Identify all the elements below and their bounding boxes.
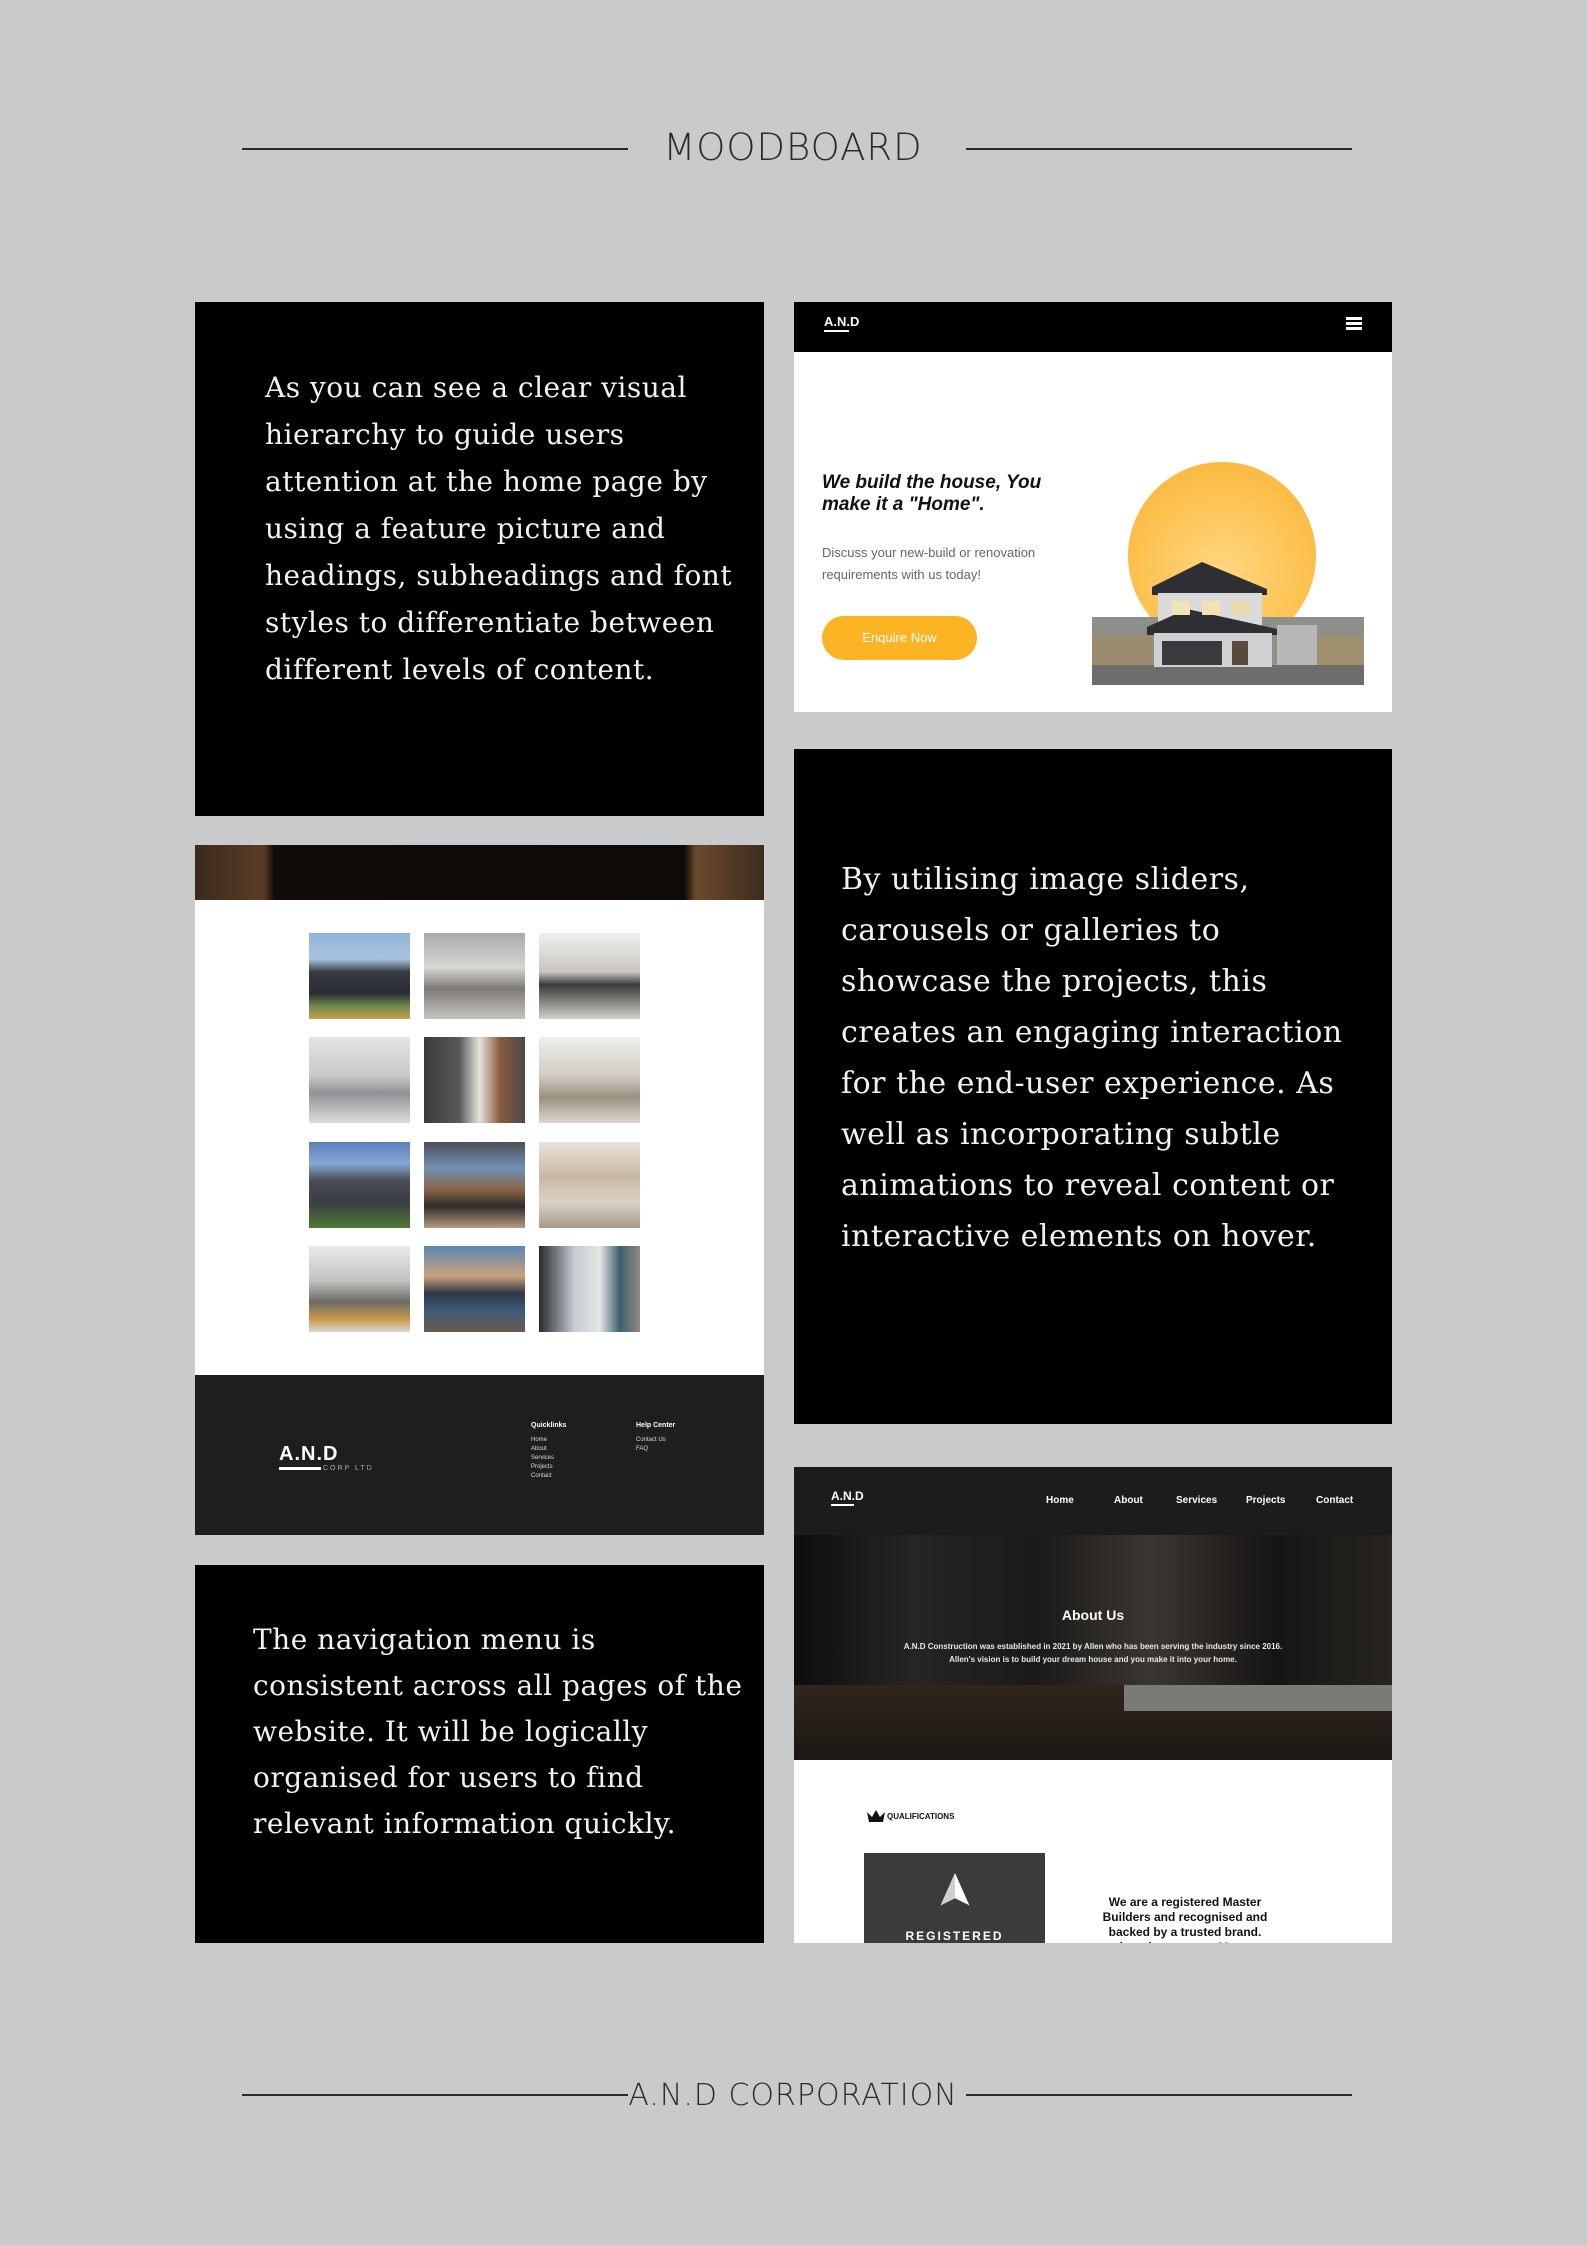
qualifications-label: QUALIFICATIONS xyxy=(887,1812,955,1821)
registered-badge: REGISTERED xyxy=(864,1853,1045,1943)
header-rule-left xyxy=(242,148,628,150)
footer-rule-left xyxy=(242,2094,628,2096)
hero-section: We build the house, You make it a "Home"… xyxy=(794,352,1392,712)
footer-link[interactable]: Contact Us xyxy=(636,1437,666,1443)
nav-link-home[interactable]: Home xyxy=(1046,1495,1074,1506)
gallery-header-image xyxy=(195,845,764,900)
registered-label: REGISTERED xyxy=(905,1929,1004,1943)
footer-link[interactable]: Projects xyxy=(531,1464,553,1470)
quicklinks-title: Quicklinks xyxy=(531,1422,567,1429)
about-description-line-2: Allen's vision is to build your dream ho… xyxy=(949,1655,1237,1664)
footer-link[interactable]: About xyxy=(531,1446,547,1452)
master-builders-logo-icon xyxy=(940,1873,970,1906)
note-card-navigation: The navigation menu is consistent across… xyxy=(195,1565,764,1943)
hero-logo[interactable]: A.N.D xyxy=(824,314,859,332)
hero-description: Discuss your new-build or renovation req… xyxy=(822,545,1036,582)
about-hero-image: About Us A.N.D Construction was establis… xyxy=(794,1535,1392,1760)
nav-link-about[interactable]: About xyxy=(1114,1495,1143,1506)
footer-link[interactable]: Contact xyxy=(531,1473,552,1479)
gallery-mockup: A.N.D CORP LTD Quicklinks Home About Ser… xyxy=(195,845,764,1535)
gallery-thumb[interactable] xyxy=(424,933,525,1019)
gallery-thumb[interactable] xyxy=(539,1142,640,1228)
hero-title: We build the house, You make it a "Home"… xyxy=(822,472,1042,515)
gallery-thumb[interactable] xyxy=(424,1037,525,1123)
crown-icon xyxy=(867,1810,885,1822)
about-logo[interactable]: A.N.D xyxy=(831,1489,864,1506)
footer-logo[interactable]: A.N.D xyxy=(279,1443,338,1466)
footer-logo-subtitle: CORP LTD xyxy=(323,1465,374,1472)
note-card-sliders: By utilising image sliders, carousels or… xyxy=(794,749,1392,1424)
about-description-line-1: A.N.D Construction was established in 20… xyxy=(903,1642,1283,1651)
header-rule-right xyxy=(966,148,1352,150)
note-card-hierarchy: As you can see a clear visual hierarchy … xyxy=(195,302,764,816)
footer-link[interactable]: Services xyxy=(531,1455,554,1461)
gallery-thumb[interactable] xyxy=(539,933,640,1019)
about-mockup: A.N.D Home About Services Projects Conta… xyxy=(794,1467,1392,1943)
gallery-thumb[interactable] xyxy=(309,1037,410,1123)
note-text-navigation: The navigation menu is consistent across… xyxy=(253,1623,743,1840)
gallery-thumb[interactable] xyxy=(309,933,410,1019)
page-title: MOODBOARD xyxy=(663,126,923,169)
note-text-hierarchy: As you can see a clear visual hierarchy … xyxy=(265,371,733,686)
gallery-thumb[interactable] xyxy=(539,1246,640,1332)
hero-topbar: A.N.D xyxy=(794,302,1392,352)
footer-logo-underline xyxy=(279,1467,321,1470)
footer-link[interactable]: Home xyxy=(531,1437,547,1443)
house-image xyxy=(1092,562,1364,685)
site-footer: A.N.D CORP LTD Quicklinks Home About Ser… xyxy=(195,1375,764,1535)
gallery-thumb[interactable] xyxy=(309,1246,410,1332)
nav-link-services[interactable]: Services xyxy=(1176,1495,1217,1506)
about-title: About Us xyxy=(1061,1607,1125,1623)
nav-link-projects[interactable]: Projects xyxy=(1246,1495,1285,1506)
footer-title: A.N.D CORPORATION xyxy=(628,2078,958,2113)
gallery-thumb[interactable] xyxy=(539,1037,640,1123)
nav-link-contact[interactable]: Contact xyxy=(1316,1495,1353,1506)
footer-link[interactable]: FAQ xyxy=(636,1446,648,1452)
enquire-now-button[interactable]: Enquire Now xyxy=(822,616,977,660)
help-center-title: Help Center xyxy=(636,1422,676,1429)
registered-description: We are a registered Master Builders and … xyxy=(1102,1895,1268,1943)
about-navbar: A.N.D Home About Services Projects Conta… xyxy=(794,1467,1392,1535)
hero-mockup: A.N.D We build the house, You make it a … xyxy=(794,302,1392,712)
gallery-section xyxy=(195,900,764,1375)
gallery-thumb[interactable] xyxy=(424,1246,525,1332)
gallery-thumb[interactable] xyxy=(424,1142,525,1228)
footer-rule-right xyxy=(966,2094,1352,2096)
gallery-thumb[interactable] xyxy=(309,1142,410,1228)
qualifications-section: QUALIFICATIONS REGISTERED We are a regis… xyxy=(794,1760,1392,1943)
hamburger-menu-icon[interactable] xyxy=(1346,317,1362,331)
note-text-sliders: By utilising image sliders, carousels or… xyxy=(841,862,1343,1254)
